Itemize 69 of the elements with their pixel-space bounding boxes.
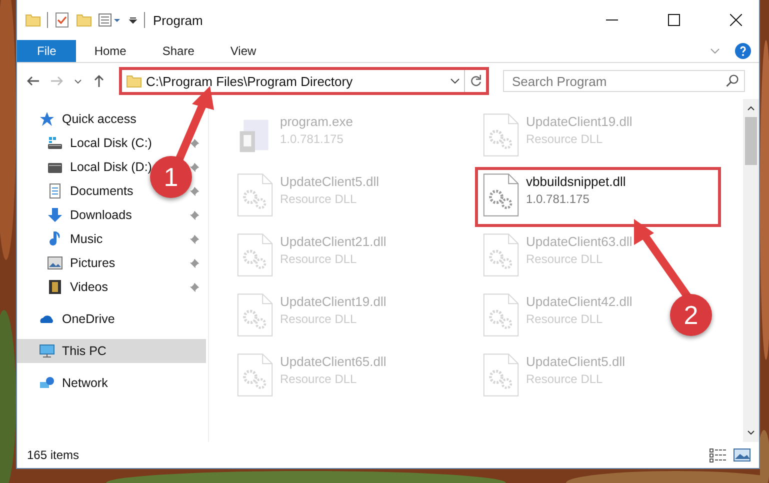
properties-icon[interactable]	[98, 12, 122, 28]
file-name: vbbuildsnippet.dll	[526, 174, 626, 189]
address-bar[interactable]: C:\Program Files\Program Directory	[119, 67, 489, 95]
file-name: program.exe	[280, 114, 353, 129]
gear-file-icon	[482, 112, 520, 158]
sidebar-item[interactable]: Videos	[70, 280, 108, 294]
scrollbar[interactable]	[743, 99, 759, 442]
ribbon-tab[interactable]: File	[17, 40, 76, 62]
close-icon	[730, 14, 742, 26]
sidebar-item[interactable]: Quick access	[17, 107, 206, 131]
sidebar-item[interactable]: Pictures	[70, 256, 116, 270]
scroll-thumb[interactable]	[745, 117, 757, 165]
sidebar-item[interactable]: Local Disk (C:)	[70, 136, 152, 150]
document-icon	[47, 183, 63, 199]
star-icon	[39, 111, 55, 127]
gear-file-icon	[236, 232, 274, 278]
file-name: UpdateClient21.dll	[280, 234, 386, 249]
refresh-icon	[468, 74, 482, 88]
item-count: 165 items	[27, 448, 80, 462]
gear-file-icon	[236, 172, 274, 218]
sidebar-item[interactable]: Documents	[70, 184, 134, 198]
gear-file-icon	[482, 172, 520, 218]
checklist-icon[interactable]	[54, 12, 70, 28]
sidebar-item[interactable]: Downloads	[70, 208, 132, 222]
film-icon	[47, 279, 63, 295]
pc-icon	[39, 343, 55, 359]
picture-frame-icon	[47, 255, 63, 271]
sidebar-item[interactable]: OneDrive	[17, 307, 206, 331]
gear-file-icon	[482, 292, 520, 338]
maximize-icon	[668, 14, 680, 26]
gear-file-icon	[236, 292, 274, 338]
gear-file-icon	[236, 352, 274, 398]
drive-icon	[47, 135, 63, 151]
ribbon-tab[interactable]: View	[212, 40, 274, 62]
file-name: UpdateClient19.dll	[280, 294, 386, 309]
sidebar-item[interactable]: Music	[70, 232, 103, 246]
file-name: UpdateClient5.dll	[280, 174, 380, 189]
sidebar-item[interactable]: Local Disk (D:)	[70, 160, 152, 174]
music-note-icon	[47, 231, 63, 247]
sidebar-item[interactable]: Network	[17, 371, 206, 395]
sidebar-item[interactable]: This PC	[17, 339, 206, 363]
pin-icon[interactable]	[189, 234, 200, 244]
pin-icon[interactable]	[189, 162, 200, 172]
ribbon-tab[interactable]: Share	[144, 40, 212, 62]
file-name: UpdateClient65.dll	[280, 354, 386, 369]
file-name: UpdateClient5.dll	[526, 354, 626, 369]
file-name: UpdateClient42.dll	[526, 294, 632, 309]
ribbon-tab[interactable]: Home	[76, 40, 144, 62]
pin-icon[interactable]	[189, 282, 200, 292]
file-name: UpdateClient63.dll	[526, 234, 632, 249]
details-view-icon[interactable]	[709, 447, 727, 463]
folder-icon	[126, 73, 142, 89]
minimize-icon	[606, 19, 618, 21]
gear-file-icon	[482, 352, 520, 398]
pin-icon[interactable]	[189, 258, 200, 268]
pin-icon[interactable]	[189, 186, 200, 196]
file-detail: 1.0.781.175	[526, 192, 590, 206]
down-arrow-icon	[47, 207, 63, 223]
caret-icon[interactable]	[128, 15, 138, 25]
address-path: C:\Program Files\Program Directory	[146, 74, 354, 88]
pin-icon[interactable]	[189, 138, 200, 148]
pin-icon[interactable]	[189, 210, 200, 220]
dropdown-caret-icon[interactable]	[450, 76, 460, 86]
gear-file-icon	[482, 232, 520, 278]
help-icon[interactable]	[735, 43, 751, 59]
highlighted-file-item[interactable]: vbbuildsnippet.dll 1.0.781.175	[475, 167, 721, 227]
window-title: Program	[153, 12, 203, 28]
large-icons-view-icon[interactable]	[733, 447, 751, 463]
file-name: UpdateClient19.dll	[526, 114, 632, 129]
